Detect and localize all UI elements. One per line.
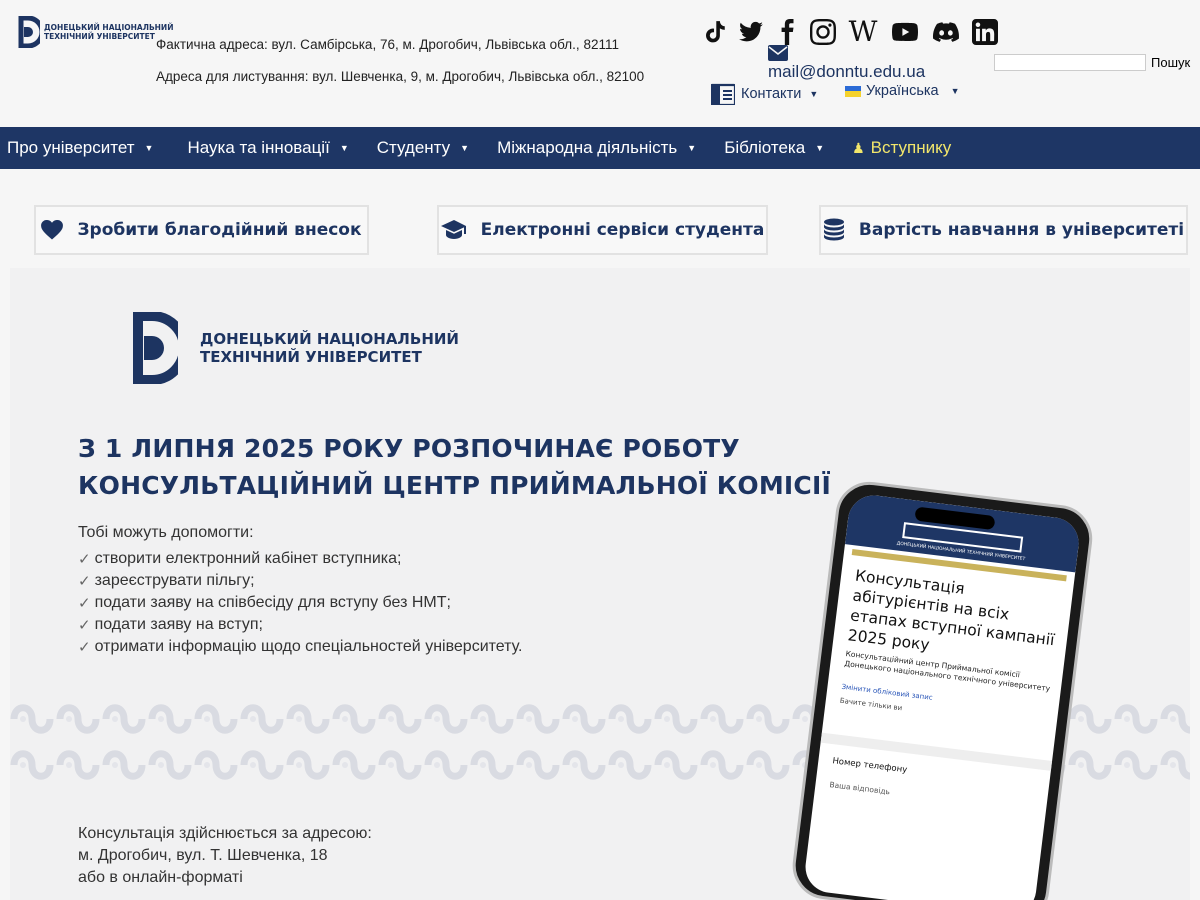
phone-screen: ДОНЕЦЬКИЙ НАЦІОНАЛЬНИЙ ТЕХНІЧНИЙ УНІВЕРС… (802, 492, 1082, 900)
nav-item-applicant[interactable]: ♟ Вступнику (852, 127, 951, 169)
discord-icon[interactable] (930, 18, 962, 46)
banner-logo-line1: ДОНЕЦЬКИЙ НАЦІОНАЛЬНИЙ (200, 330, 459, 348)
wikipedia-icon[interactable]: W (846, 18, 880, 46)
check-icon: ✓ (78, 573, 91, 590)
consult-line3: або в онлайн-форматі (78, 869, 243, 886)
banner-logo-line2: ТЕХНІЧНИЙ УНІВЕРСИТЕТ (200, 348, 422, 366)
list-item-text: зареєструвати пільгу; (94, 572, 255, 589)
tuition-cost-label: Вартість навчання в університеті (858, 220, 1185, 240)
nav-item-label: Міжнародна діяльність (497, 138, 678, 157)
headline-line2: КОНСУЛЬТАЦІЙНИЙ ЦЕНТР ПРИЙМАЛЬНОЇ КОМІСІ… (78, 471, 831, 500)
email-link[interactable]: mail@donntu.edu.ua (768, 62, 925, 82)
logo-text-line2: ТЕХНІЧНИЙ УНІВЕРСИТЕТ (44, 32, 155, 41)
language-label: Українська (866, 83, 939, 99)
university-logo[interactable]: ДОНЕЦЬКИЙ НАЦІОНАЛЬНИЙ ТЕХНІЧНИЙ УНІВЕРС… (18, 16, 174, 48)
banner-logo: ДОНЕЦЬКИЙ НАЦІОНАЛЬНИЙ ТЕХНІЧНИЙ УНІВЕРС… (132, 312, 459, 384)
envelope-icon (768, 45, 788, 61)
social-links: W (702, 18, 1008, 46)
phone-mockup: ДОНЕЦЬКИЙ НАЦІОНАЛЬНИЙ ТЕХНІЧНИЙ УНІВЕРС… (788, 478, 1128, 900)
list-item: ✓ подати заяву на вступ; (78, 614, 523, 636)
nav-item-label: Студенту (376, 138, 451, 157)
chevron-down-icon: ▼ (815, 143, 825, 153)
youtube-icon[interactable] (890, 18, 920, 46)
donntu-logo-icon (18, 16, 40, 48)
contacts-menu[interactable]: Контакти ▼ (711, 83, 818, 105)
chevron-down-icon: ▼ (950, 86, 960, 96)
list-item: ✓ отримати інформацію щодо спеціальностей… (78, 636, 523, 658)
help-list: ✓ створити електронний кабінет вступника;… (78, 548, 523, 658)
chevron-down-icon: ▼ (460, 143, 470, 153)
instagram-icon[interactable] (810, 18, 836, 46)
main-nav: Про університет ▼ Наука та інновації ▼ С… (0, 127, 1200, 169)
donation-label: Зробити благодійний внесок (77, 220, 362, 240)
admission-banner[interactable]: ДОНЕЦЬКИЙ НАЦІОНАЛЬНИЙ ТЕХНІЧНИЙ УНІВЕРС… (10, 268, 1190, 900)
check-icon: ✓ (78, 617, 91, 634)
site-header: ДОНЕЦЬКИЙ НАЦІОНАЛЬНИЙ ТЕХНІЧНИЙ УНІВЕРС… (0, 0, 1200, 127)
contacts-label: Контакти (741, 86, 802, 102)
list-item: ✓ зареєструвати пільгу; (78, 570, 523, 592)
chevron-down-icon: ▼ (809, 89, 819, 99)
chevron-down-icon: ▼ (339, 143, 349, 153)
actual-address: Фактична адреса: вул. Самбірська, 76, м.… (156, 37, 619, 52)
consult-line1: Консультація здійснюється за адресою: (78, 825, 372, 842)
banner-headline: З 1 ЛИПНЯ 2025 РОКУ РОЗПОЧИНАЄ РОБОТУ КО… (78, 430, 831, 504)
donntu-logo-icon (133, 312, 178, 384)
tiktok-icon[interactable] (702, 18, 728, 46)
donation-button[interactable]: Зробити благодійний внесок (34, 205, 369, 255)
nav-item-science[interactable]: Наука та інновації ▼ (187, 127, 348, 169)
wikipedia-glyph: W (848, 15, 878, 48)
consult-line2: м. Дрогобич, вул. Т. Шевченка, 18 (78, 847, 328, 864)
chevron-down-icon: ▼ (144, 143, 154, 153)
logo-text: ДОНЕЦЬКИЙ НАЦІОНАЛЬНИЙ ТЕХНІЧНИЙ УНІВЕРС… (44, 23, 174, 41)
nav-item-label: Вступнику (870, 138, 952, 157)
nav-item-library[interactable]: Бібліотека ▼ (724, 127, 824, 169)
ukraine-flag-icon (845, 85, 861, 97)
list-item-text: створити електронний кабінет вступника; (94, 550, 402, 567)
student-services-button[interactable]: Електронні сервіси студента (437, 205, 768, 255)
list-item-text: отримати інформацію щодо спеціальностей … (94, 638, 523, 655)
student-services-label: Електронні сервіси студента (480, 220, 765, 240)
postal-address: Адреса для листування: вул. Шевченка, 9,… (156, 69, 645, 84)
linkedin-icon[interactable] (972, 18, 998, 46)
list-item: ✓ створити електронний кабінет вступника; (78, 548, 523, 570)
heart-icon (41, 220, 64, 240)
list-item-text: подати заяву на співбесіду для вступу бе… (94, 594, 451, 611)
facebook-icon[interactable] (774, 18, 800, 46)
graduation-cap-icon (440, 220, 466, 239)
nav-item-label: Наука та інновації (187, 138, 330, 157)
search-input[interactable] (994, 54, 1146, 71)
nav-item-label: Про університет (7, 138, 135, 157)
headline-line1: З 1 ЛИПНЯ 2025 РОКУ РОЗПОЧИНАЄ РОБОТУ (78, 434, 740, 463)
nav-item-student[interactable]: Студенту ▼ (377, 127, 469, 169)
tuition-cost-button[interactable]: Вартість навчання в університеті (819, 205, 1188, 255)
check-icon: ✓ (78, 639, 91, 656)
help-intro: Тобі можуть допомогти: (78, 524, 254, 541)
nav-item-label: Бібліотека (724, 138, 806, 157)
logo-text-line1: ДОНЕЦЬКИЙ НАЦІОНАЛЬНИЙ (44, 23, 174, 32)
language-selector[interactable]: Українська ▼ (845, 83, 960, 99)
users-icon: ♟ (852, 139, 865, 156)
search-button[interactable]: Пошук (1148, 53, 1198, 72)
list-item: ✓ подати заяву на співбесіду для вступу б… (78, 592, 523, 614)
check-icon: ✓ (78, 551, 91, 568)
coins-icon (823, 218, 844, 241)
nav-item-about[interactable]: Про університет ▼ (7, 127, 153, 169)
consult-address: Консультація здійснюється за адресою: м.… (78, 823, 372, 889)
chevron-down-icon: ▼ (687, 143, 697, 153)
list-item-text: подати заяву на вступ; (94, 616, 263, 633)
twitter-icon[interactable] (738, 18, 764, 46)
check-icon: ✓ (78, 595, 91, 612)
address-book-icon (711, 83, 735, 105)
nav-item-international[interactable]: Міжнародна діяльність ▼ (497, 127, 696, 169)
